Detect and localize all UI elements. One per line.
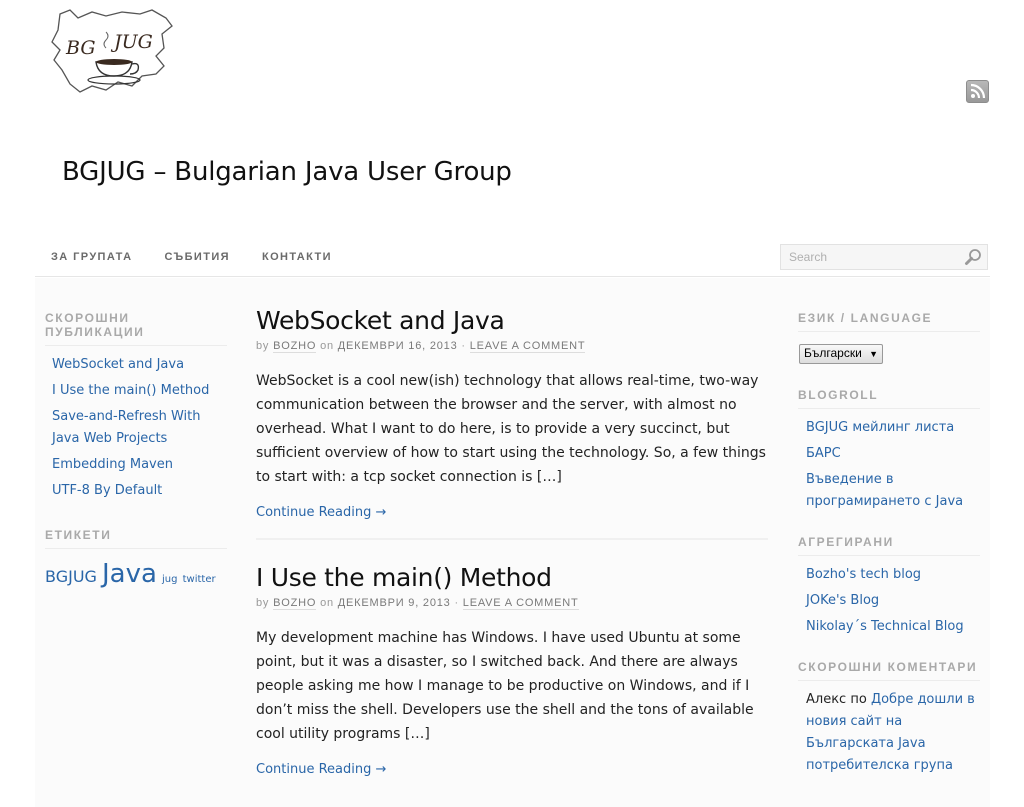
widget-title: ЕЗИК / LANGUAGE	[798, 311, 980, 332]
recent-post-link[interactable]: Embedding Maven	[52, 454, 227, 476]
leave-comment-link[interactable]: LEAVE A COMMENT	[469, 340, 586, 353]
widget-title: СКОРОШНИ КОМЕНТАРИ	[798, 660, 980, 681]
recent-comment: Алекс по Добре дошли в новия сайт на Бъл…	[798, 689, 980, 777]
search-input[interactable]	[781, 245, 951, 269]
meta-by: by	[256, 597, 270, 609]
post-divider	[256, 538, 768, 540]
right-sidebar: ЕЗИК / LANGUAGE Български ▼ BLOGROLL BGJ…	[798, 311, 980, 799]
blogroll-widget: BLOGROLL BGJUG мейлинг листа БАРС Въведе…	[798, 388, 980, 513]
blogroll-link[interactable]: Въведение в програмирането с Java	[806, 469, 980, 513]
rss-feed-button[interactable]	[966, 80, 989, 103]
nav-item-events[interactable]: СЪБИТИЯ	[164, 251, 230, 263]
blogroll-link[interactable]: BGJUG мейлинг листа	[806, 417, 980, 439]
recent-post-link[interactable]: I Use the main() Method	[52, 380, 227, 402]
comment-by: по	[850, 692, 867, 707]
post-date: ДЕКЕМВРИ 16, 2013	[337, 340, 458, 352]
recent-comments-widget: СКОРОШНИ КОМЕНТАРИ Алекс по Добре дошли …	[798, 660, 980, 777]
meta-separator: ·	[461, 340, 466, 352]
blogroll-link[interactable]: БАРС	[806, 443, 980, 465]
meta-on: on	[320, 340, 334, 352]
bulgaria-map-cup-icon: BG JUG	[51, 9, 173, 93]
leave-comment-link[interactable]: LEAVE A COMMENT	[462, 597, 579, 610]
nav-menu: ЗА ГРУПАТА СЪБИТИЯ КОНТАКТИ	[51, 251, 364, 263]
recent-post-link[interactable]: UTF-8 By Default	[52, 480, 227, 502]
post-title[interactable]: I Use the main() Method	[256, 562, 768, 594]
language-selected: Български	[804, 346, 862, 360]
post-title[interactable]: WebSocket and Java	[256, 305, 768, 337]
widget-title: СКОРОШНИ ПУБЛИКАЦИИ	[45, 311, 227, 346]
aggregated-blog-link[interactable]: JOKe's Blog	[806, 590, 980, 612]
post-meta: by BOZHO on ДЕКЕМВРИ 16, 2013 · LEAVE A …	[256, 340, 768, 353]
site-title[interactable]: BGJUG – Bulgarian Java User Group	[62, 157, 512, 187]
main-navigation: ЗА ГРУПАТА СЪБИТИЯ КОНТАКТИ	[35, 240, 990, 277]
rss-icon	[970, 83, 986, 99]
recent-posts-widget: СКОРОШНИ ПУБЛИКАЦИИ WebSocket and Java I…	[45, 311, 227, 502]
recent-post-link[interactable]: WebSocket and Java	[52, 354, 227, 376]
left-sidebar: СКОРОШНИ ПУБЛИКАЦИИ WebSocket and Java I…	[45, 311, 227, 589]
tag-cloud: BGJUG Java jug twitter	[45, 557, 227, 589]
continue-reading-link[interactable]: Continue Reading →	[256, 762, 386, 777]
post-excerpt: My development machine has Windows. I ha…	[256, 630, 754, 742]
tag-link[interactable]: BGJUG	[45, 567, 97, 586]
post: I Use the main() Method by BOZHO on ДЕКЕ…	[256, 562, 768, 777]
widget-title: ЕТИКЕТИ	[45, 528, 227, 549]
meta-on: on	[320, 597, 334, 609]
nav-item-about-group[interactable]: ЗА ГРУПАТА	[51, 251, 132, 263]
comment-author: Алекс	[806, 692, 847, 707]
meta-separator: ·	[454, 597, 459, 609]
tag-link[interactable]: twitter	[183, 574, 216, 585]
language-widget: ЕЗИК / LANGUAGE Български ▼	[798, 311, 980, 388]
author-link[interactable]: BOZHO	[273, 597, 317, 610]
aggregated-blog-link[interactable]: Nikolay´s Technical Blog	[806, 616, 980, 638]
search-icon[interactable]	[964, 248, 982, 266]
recent-post-link[interactable]: Save-and-Refresh With Java Web Projects	[52, 406, 227, 450]
author-link[interactable]: BOZHO	[273, 340, 317, 353]
aggregated-widget: АГРЕГИРАНИ Bozho's tech blog JOKe's Blog…	[798, 535, 980, 638]
post-list: WebSocket and Java by BOZHO on ДЕКЕМВРИ …	[256, 305, 768, 777]
post-excerpt: WebSocket is a cool new(ish) technology …	[256, 373, 766, 485]
svg-text:BG: BG	[65, 37, 96, 59]
meta-by: by	[256, 340, 270, 352]
language-select[interactable]: Български ▼	[799, 344, 884, 364]
widget-title: BLOGROLL	[798, 388, 980, 409]
continue-reading-link[interactable]: Continue Reading →	[256, 505, 386, 520]
tags-widget: ЕТИКЕТИ BGJUG Java jug twitter	[45, 528, 227, 589]
tag-link[interactable]: jug	[162, 574, 177, 585]
nav-item-contacts[interactable]: КОНТАКТИ	[262, 251, 332, 263]
tag-link[interactable]: Java	[102, 559, 157, 589]
search-box	[780, 244, 988, 270]
widget-title: АГРЕГИРАНИ	[798, 535, 980, 556]
svg-text:JUG: JUG	[110, 31, 153, 53]
post-date: ДЕКЕМВРИ 9, 2013	[337, 597, 451, 609]
post: WebSocket and Java by BOZHO on ДЕКЕМВРИ …	[256, 305, 768, 520]
chevron-down-icon: ▼	[869, 349, 879, 359]
post-meta: by BOZHO on ДЕКЕМВРИ 9, 2013 · LEAVE A C…	[256, 597, 768, 610]
site-logo[interactable]: BG JUG	[48, 4, 180, 100]
aggregated-blog-link[interactable]: Bozho's tech blog	[806, 564, 980, 586]
